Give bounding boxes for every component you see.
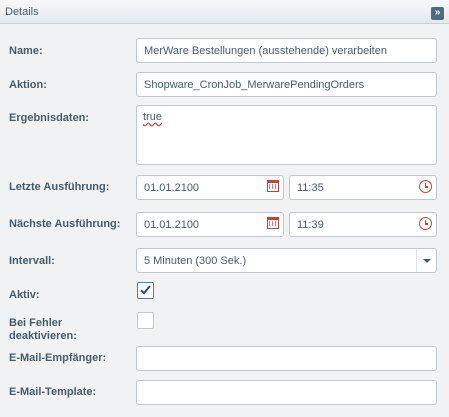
email-recipient-label: E-Mail-Empfänger: [9, 352, 107, 364]
action-label: Aktion: [9, 79, 47, 91]
chevron-down-icon[interactable] [416, 249, 436, 272]
panel-title: Details [5, 6, 39, 18]
double-chevron-right-icon[interactable]: » [431, 7, 444, 20]
result-label: Ergebnisdaten: [9, 112, 90, 124]
name-field[interactable]: MerWare Bestellungen (ausstehende) verar… [136, 38, 437, 63]
name-label: Name: [9, 45, 43, 57]
calendar-icon[interactable] [267, 217, 279, 229]
next-run-label: Nächste Ausführung: [9, 218, 121, 230]
panel-header: Details » [0, 0, 449, 24]
clock-icon[interactable] [419, 180, 432, 193]
email-recipient-field[interactable] [136, 346, 437, 371]
disable-on-error-checkbox[interactable] [137, 312, 154, 329]
result-textarea[interactable]: true [136, 105, 437, 165]
email-template-field[interactable] [136, 380, 437, 405]
last-run-label: Letzte Ausführung: [9, 181, 110, 193]
next-run-date-value: 01.01.2100 [144, 218, 200, 231]
calendar-icon[interactable] [267, 180, 279, 192]
interval-select[interactable]: 5 Minuten (300 Sek.) [136, 248, 437, 273]
result-value: true [143, 111, 162, 123]
interval-label: Intervall: [9, 255, 55, 267]
action-field[interactable]: Shopware_CronJob_MerwarePendingOrders [136, 72, 437, 97]
checkmark-icon [140, 283, 151, 295]
next-run-date-field[interactable]: 01.01.2100 [136, 212, 284, 237]
active-checkbox[interactable] [137, 282, 154, 299]
last-run-time-value: 11:35 [297, 181, 324, 194]
email-template-label: E-Mail-Template: [9, 386, 97, 398]
last-run-date-value: 01.01.2100 [144, 181, 200, 194]
name-value: MerWare Bestellungen (ausstehende) verar… [144, 44, 387, 57]
next-run-time-field[interactable]: 11:39 [289, 212, 437, 237]
clock-icon[interactable] [419, 217, 432, 230]
next-run-time-value: 11:39 [297, 218, 324, 231]
disable-on-error-label: Bei Fehler deaktivieren: [9, 317, 77, 342]
interval-value: 5 Minuten (300 Sek.) [144, 254, 247, 267]
last-run-time-field[interactable]: 11:35 [289, 175, 437, 200]
action-value: Shopware_CronJob_MerwarePendingOrders [144, 78, 365, 91]
last-run-date-field[interactable]: 01.01.2100 [136, 175, 284, 200]
active-label: Aktiv: [9, 289, 40, 301]
details-form: Name: MerWare Bestellungen (ausstehende)… [0, 24, 449, 417]
